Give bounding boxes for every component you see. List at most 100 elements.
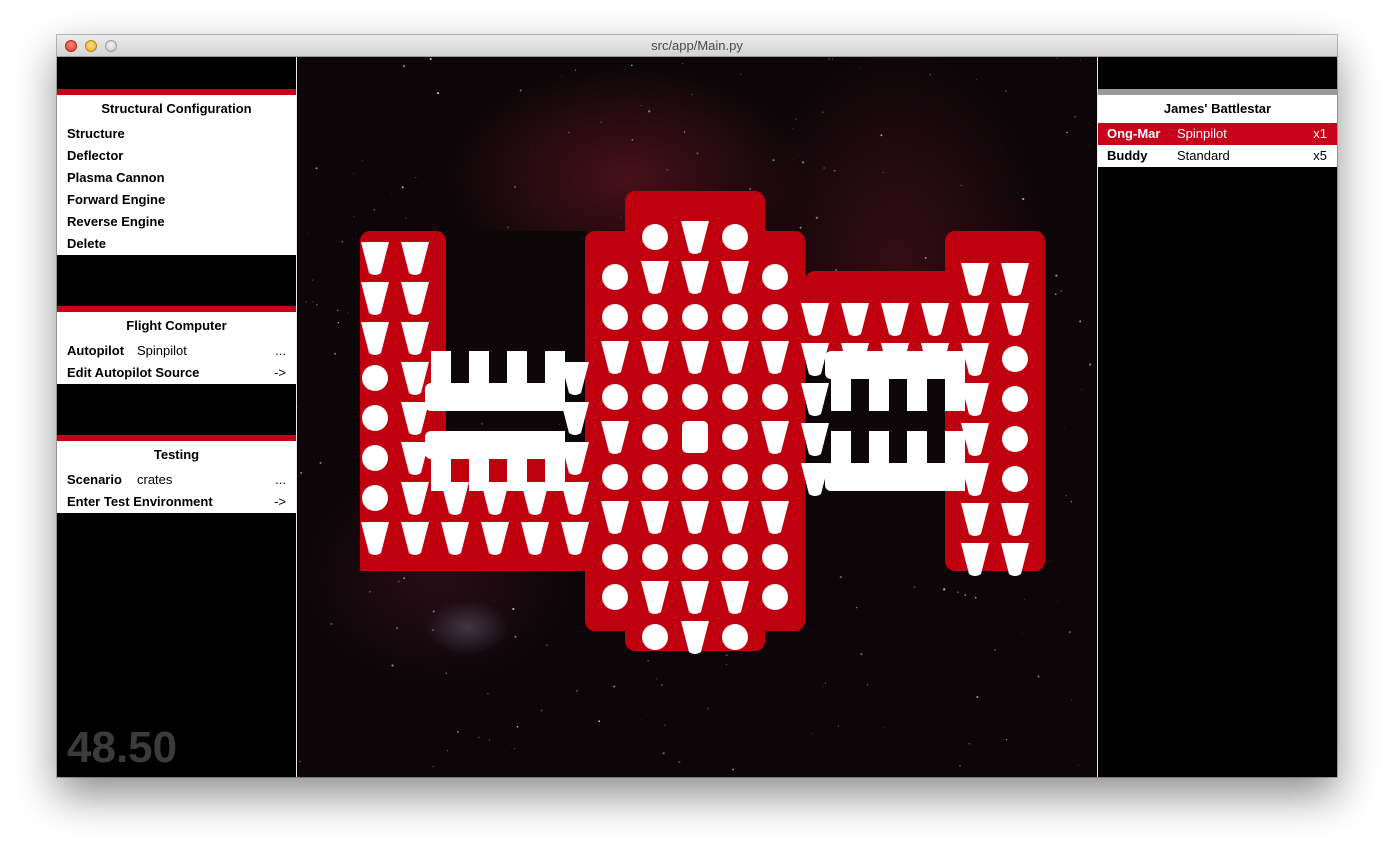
star [974,596,977,599]
plasma-cannon-module[interactable] [722,424,748,450]
menu-item-deflector[interactable]: Deflector [57,145,296,167]
plasma-cannon-module[interactable] [762,264,788,290]
star [1079,320,1082,323]
enter-test-environment-row[interactable]: Enter Test Environment -> [57,491,296,513]
star [513,185,517,188]
structural-section: Structural Configuration Structure Defle… [57,89,296,255]
scenario-more-button[interactable]: ... [275,469,286,491]
thruster-module[interactable] [561,402,589,435]
plasma-cannon-module[interactable] [362,365,388,391]
star [811,732,813,734]
star [334,352,337,355]
close-window-button[interactable] [65,40,77,52]
star [740,73,742,75]
plasma-cannon-module[interactable] [362,445,388,471]
plasma-cannon-module[interactable] [1002,386,1028,412]
plasma-cannon-module[interactable] [642,464,668,490]
star [576,689,578,692]
star [516,725,519,728]
plasma-cannon-module[interactable] [1002,466,1028,492]
menu-item-plasma-cannon[interactable]: Plasma Cannon [57,167,296,189]
autopilot-more-button[interactable]: ... [275,340,286,362]
minimize-window-button[interactable] [85,40,97,52]
star [445,672,448,674]
star [648,110,651,113]
autopilot-row[interactable]: Autopilot Spinpilot ... [57,340,296,362]
plasma-cannon-module[interactable] [642,544,668,570]
star [1054,293,1057,296]
plasma-cannon-module[interactable] [762,584,788,610]
plasma-cannon-module[interactable] [642,224,668,250]
plasma-cannon-module[interactable] [602,264,628,290]
star [1068,630,1071,634]
star [1066,131,1068,134]
star [540,709,543,712]
menu-item-label: Deflector [67,148,124,163]
plasma-cannon-module[interactable] [762,384,788,410]
engine-bracket[interactable] [425,351,565,411]
plasma-cannon-module[interactable] [682,304,708,330]
star [358,691,360,692]
menu-item-reverse-engine[interactable]: Reverse Engine [57,211,296,233]
edit-autopilot-source-row[interactable]: Edit Autopilot Source -> [57,362,296,384]
star [968,743,970,745]
star [1070,500,1073,503]
menu-item-forward-engine[interactable]: Forward Engine [57,189,296,211]
plasma-cannon-module[interactable] [642,624,668,650]
star [1023,598,1025,600]
star [315,167,318,170]
star [1073,115,1077,118]
plasma-cannon-module[interactable] [722,464,748,490]
star [795,118,797,120]
plasma-cannon-module[interactable] [722,224,748,250]
plasma-cannon-module[interactable] [602,464,628,490]
star [943,588,946,591]
plasma-cannon-module[interactable] [602,544,628,570]
plasma-cannon-module[interactable] [362,405,388,431]
plasma-cannon-module[interactable] [722,304,748,330]
thruster-module[interactable] [561,362,589,395]
star [831,58,833,60]
ship-row-buddy[interactable]: Buddy Standard x5 [1098,145,1337,167]
autopilot-label: Autopilot [67,343,125,358]
plasma-cannon-module[interactable] [362,485,388,511]
star [480,422,484,425]
plasma-cannon-module[interactable] [602,384,628,410]
menu-item-label: Structure [67,126,125,141]
plasma-cannon-module[interactable] [642,304,668,330]
star [732,768,734,771]
menu-item-delete[interactable]: Delete [57,233,296,255]
plasma-cannon-module[interactable] [682,384,708,410]
scenario-row[interactable]: Scenario crates ... [57,469,296,491]
plasma-cannon-module[interactable] [1002,346,1028,372]
plasma-cannon-module[interactable] [682,464,708,490]
app-content: Structural Configuration Structure Defle… [57,57,1337,777]
star [436,91,440,95]
star [341,241,344,243]
zoom-window-button[interactable] [105,40,117,52]
star [696,152,699,155]
title-bar[interactable]: src/app/Main.py [57,35,1337,57]
structure-module[interactable] [682,421,708,453]
ship-grid[interactable] [297,57,1097,777]
menu-item-structure[interactable]: Structure [57,123,296,145]
plasma-cannon-module[interactable] [722,624,748,650]
star [835,268,838,272]
ship-row-ong-mar[interactable]: Ong-Mar Spinpilot x1 [1098,123,1337,145]
star [792,128,794,129]
plasma-cannon-module[interactable] [642,424,668,450]
plasma-cannon-module[interactable] [602,584,628,610]
plasma-cannon-module[interactable] [642,384,668,410]
testing-title: Testing [153,447,200,462]
plasma-cannon-module[interactable] [762,544,788,570]
plasma-cannon-module[interactable] [1002,426,1028,452]
plasma-cannon-module[interactable] [722,384,748,410]
plasma-cannon-module[interactable] [682,544,708,570]
plasma-cannon-module[interactable] [602,304,628,330]
star [928,154,930,156]
ship-editor-canvas[interactable] [297,57,1097,777]
plasma-cannon-module[interactable] [762,464,788,490]
plasma-cannon-module[interactable] [722,544,748,570]
hull-cutout[interactable] [446,231,585,351]
plasma-cannon-module[interactable] [762,304,788,330]
